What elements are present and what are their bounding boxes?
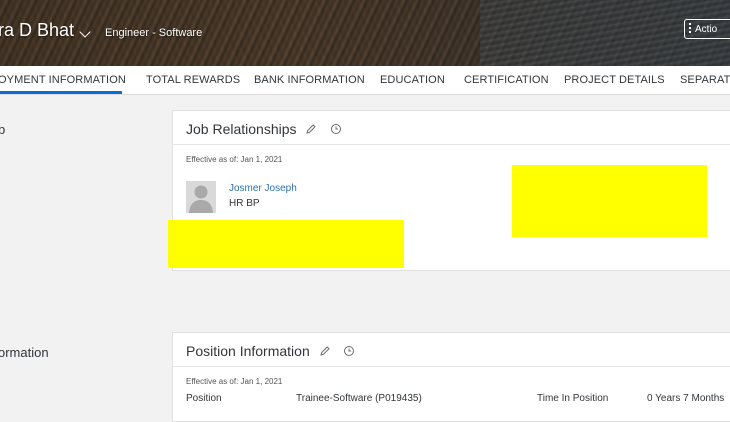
tab-total-rewards[interactable]: TOTAL REWARDS bbox=[146, 74, 240, 86]
position-information-title: Position Information bbox=[186, 343, 310, 359]
redaction-block bbox=[168, 220, 404, 268]
time-in-position-label: Time In Position bbox=[537, 393, 609, 404]
actions-button-label: Actio bbox=[695, 24, 718, 35]
history-icon[interactable] bbox=[343, 345, 355, 357]
pencil-icon[interactable] bbox=[305, 123, 317, 135]
actions-button[interactable]: Actio bbox=[684, 19, 730, 39]
tab-bank-information[interactable]: BANK INFORMATION bbox=[254, 74, 365, 86]
tab-separation[interactable]: SEPARATIO bbox=[680, 74, 730, 86]
section-label-job: b bbox=[0, 122, 6, 137]
effective-date: Effective as of: Jan 1, 2021 bbox=[186, 155, 283, 164]
more-vertical-icon bbox=[689, 23, 691, 35]
tab-education[interactable]: EDUCATION bbox=[380, 74, 445, 86]
job-relationships-title: Job Relationships bbox=[186, 121, 297, 137]
redaction-block bbox=[512, 165, 707, 237]
chevron-down-icon[interactable] bbox=[79, 26, 91, 38]
relationship-role: HR BP bbox=[229, 198, 260, 209]
tab-project-details[interactable]: PROJECT DETAILS bbox=[564, 74, 665, 86]
tab-certification[interactable]: CERTIFICATION bbox=[464, 74, 549, 86]
avatar-placeholder-icon bbox=[186, 181, 216, 213]
card-divider bbox=[173, 366, 730, 367]
section-tab-bar: OYMENT INFORMATION TOTAL REWARDS BANK IN… bbox=[0, 66, 730, 95]
employee-name[interactable]: ra D Bhat bbox=[0, 20, 74, 41]
position-information-card: Position Information Effective as of: Ja… bbox=[172, 332, 730, 422]
relationship-person-link[interactable]: Josmer Joseph bbox=[229, 183, 297, 194]
tab-employment-information[interactable]: OYMENT INFORMATION bbox=[0, 74, 126, 86]
effective-date: Effective as of: Jan 1, 2021 bbox=[186, 377, 283, 386]
employee-job-title: Engineer - Software bbox=[105, 27, 203, 39]
position-value: Trainee-Software (P019435) bbox=[296, 393, 422, 404]
section-label-position: ormation bbox=[0, 345, 49, 360]
card-divider bbox=[173, 144, 730, 145]
active-tab-indicator bbox=[0, 91, 122, 94]
history-icon[interactable] bbox=[330, 123, 342, 135]
position-label: Position bbox=[186, 393, 222, 404]
pencil-icon[interactable] bbox=[319, 345, 331, 357]
time-in-position-value: 0 Years 7 Months bbox=[647, 393, 725, 404]
profile-header: ra D Bhat Engineer - Software Actio bbox=[0, 0, 730, 66]
